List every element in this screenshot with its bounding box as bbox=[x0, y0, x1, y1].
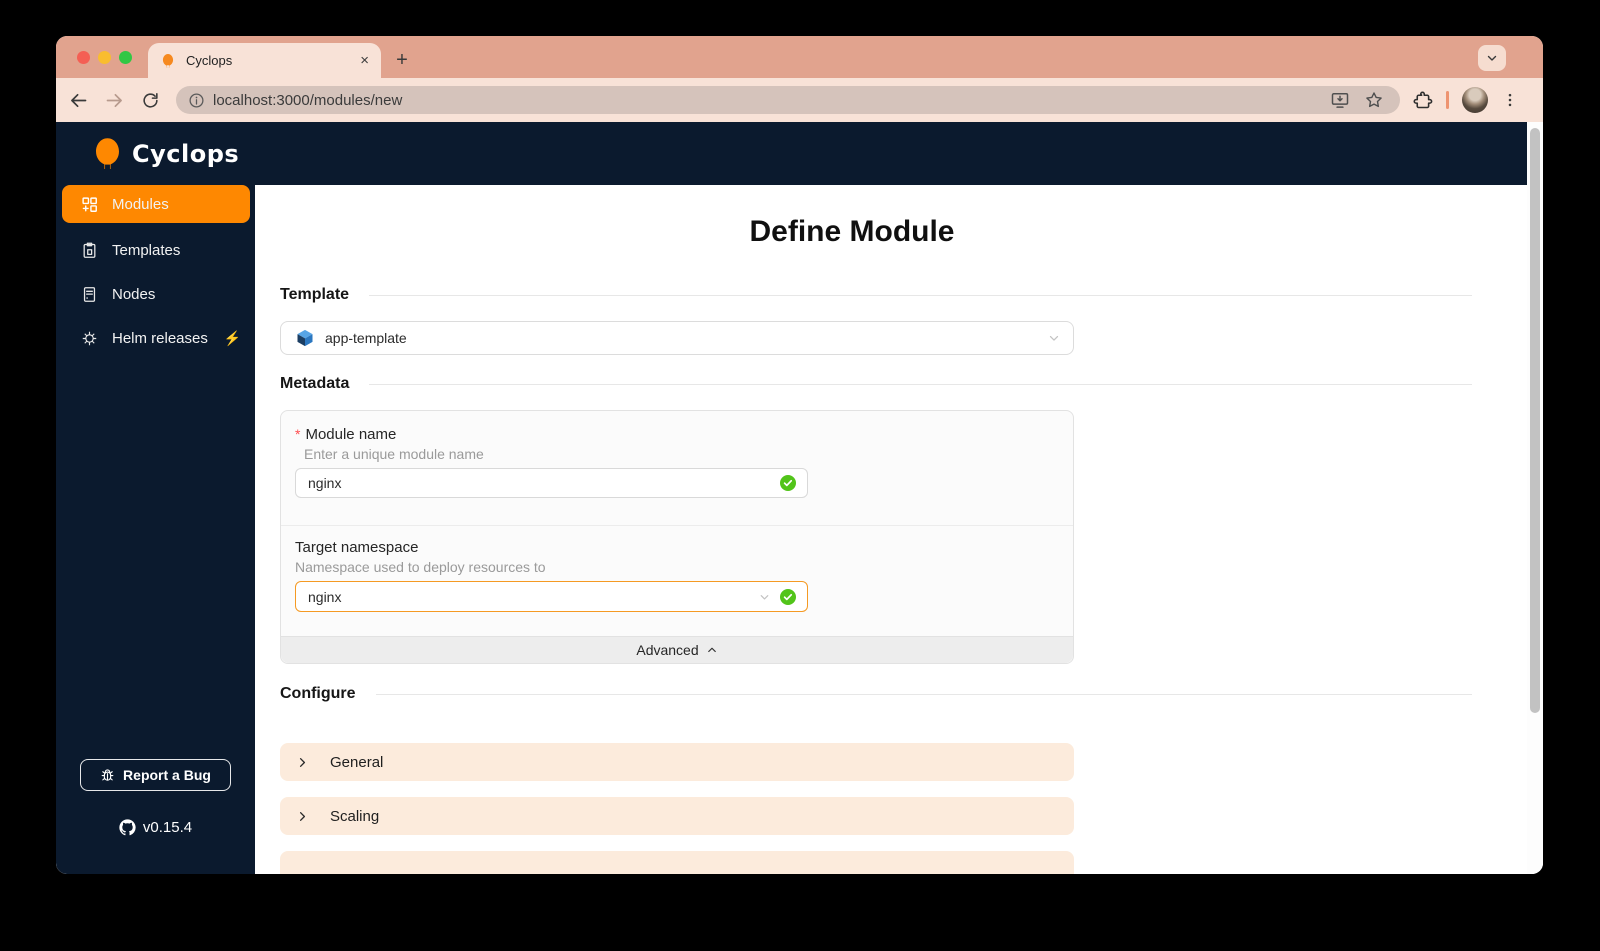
close-window-button[interactable] bbox=[77, 51, 90, 64]
browser-menu-kebab-icon[interactable] bbox=[1501, 91, 1519, 109]
url-text[interactable]: localhost:3000/modules/new bbox=[213, 92, 1322, 109]
divider bbox=[375, 693, 1472, 695]
profile-avatar[interactable] bbox=[1462, 87, 1488, 113]
module-name-label: Module name bbox=[305, 426, 397, 443]
new-tab-button[interactable]: + bbox=[388, 46, 416, 74]
cyclops-logo-icon bbox=[92, 137, 123, 171]
target-namespace-help: Namespace used to deploy resources to bbox=[295, 559, 546, 575]
browser-tab[interactable]: Cyclops × bbox=[148, 43, 381, 78]
tab-title: Cyclops bbox=[186, 53, 233, 68]
report-bug-button[interactable]: Report a Bug bbox=[80, 759, 231, 791]
page-title: Define Module bbox=[749, 215, 955, 248]
scrollbar[interactable] bbox=[1527, 122, 1543, 874]
collapse-panel-scaling[interactable]: Scaling bbox=[280, 797, 1074, 835]
sidebar-item-label: Helm releases bbox=[112, 329, 208, 347]
template-select-value: app-template bbox=[325, 330, 407, 346]
tab-favicon-cyclops-icon bbox=[160, 53, 176, 69]
back-button[interactable] bbox=[60, 82, 96, 118]
forward-arrow-icon bbox=[106, 93, 122, 107]
extensions-puzzle-icon[interactable] bbox=[1412, 90, 1433, 111]
minimize-window-button[interactable] bbox=[98, 51, 111, 64]
chevron-right-icon bbox=[299, 757, 306, 767]
sidebar-item-helm-releases[interactable]: Helm releases ⚡ bbox=[62, 319, 250, 357]
scrollbar-thumb[interactable] bbox=[1530, 128, 1540, 713]
version-row[interactable]: v0.15.4 bbox=[56, 819, 255, 836]
tab-search-button[interactable] bbox=[1478, 45, 1506, 71]
metadata-card: * Module name Enter a unique module name… bbox=[280, 410, 1074, 664]
main-content: Define Module Template app-template Meta… bbox=[255, 185, 1527, 874]
lightning-icon: ⚡ bbox=[223, 329, 242, 346]
chevron-right-icon bbox=[299, 811, 306, 821]
chevron-down-icon bbox=[1487, 55, 1497, 61]
template-select[interactable]: app-template bbox=[280, 321, 1074, 355]
sidebar-item-modules[interactable]: Modules bbox=[62, 185, 250, 223]
valid-check-icon bbox=[780, 475, 796, 491]
maximize-window-button[interactable] bbox=[119, 51, 132, 64]
sidebar-item-label: Nodes bbox=[112, 285, 156, 303]
brand-name: Cyclops bbox=[132, 139, 240, 168]
template-cube-icon bbox=[297, 329, 313, 347]
advanced-toggle[interactable]: Advanced bbox=[281, 636, 1073, 663]
required-asterisk: * bbox=[295, 426, 301, 442]
module-name-input[interactable]: nginx bbox=[295, 468, 808, 498]
toolbar-divider bbox=[1446, 91, 1449, 109]
version-label: v0.15.4 bbox=[142, 819, 193, 836]
chevron-down-icon bbox=[758, 590, 771, 603]
forward-button[interactable] bbox=[96, 82, 132, 118]
metadata-section-heading: Metadata bbox=[280, 375, 1472, 393]
chevron-down-icon bbox=[1049, 335, 1059, 341]
panel-label: General bbox=[330, 753, 384, 771]
sidebar-item-label: Modules bbox=[112, 195, 169, 213]
browser-toolbar: localhost:3000/modules/new bbox=[56, 78, 1543, 122]
browser-window: Cyclops × + localhost:3000/modules/new C… bbox=[56, 36, 1543, 874]
report-bug-label: Report a Bug bbox=[123, 767, 211, 783]
browser-tab-strip: Cyclops × + bbox=[56, 36, 1543, 78]
github-icon bbox=[119, 819, 136, 836]
chevron-up-icon bbox=[707, 647, 716, 653]
configure-section-heading: Configure bbox=[280, 685, 1472, 703]
valid-check-icon bbox=[780, 588, 796, 605]
collapse-panel-general[interactable]: General bbox=[280, 743, 1074, 781]
tab-close-icon[interactable]: × bbox=[360, 52, 369, 69]
templates-clipboard-icon bbox=[83, 242, 96, 258]
target-namespace-field: Target namespace Namespace used to deplo… bbox=[281, 526, 1073, 636]
reload-icon bbox=[142, 92, 158, 108]
bookmark-star-icon[interactable] bbox=[1364, 90, 1384, 110]
address-bar[interactable]: localhost:3000/modules/new bbox=[176, 86, 1400, 114]
reload-button[interactable] bbox=[132, 82, 168, 118]
cyclops-app: Cyclops Modules Templates Helm releases … bbox=[56, 122, 1543, 874]
back-arrow-icon bbox=[70, 93, 86, 107]
module-name-field: * Module name Enter a unique module name… bbox=[281, 411, 1073, 526]
divider bbox=[369, 383, 1472, 385]
divider bbox=[369, 294, 1472, 296]
template-section-heading: Template bbox=[280, 286, 1472, 304]
sidebar-item-nodes[interactable]: Helm releases Nodes bbox=[62, 275, 250, 313]
target-namespace-select[interactable]: nginx bbox=[295, 581, 808, 612]
sidebar-item-templates[interactable]: Templates bbox=[62, 231, 250, 269]
module-name-help: Enter a unique module name bbox=[304, 446, 484, 462]
modules-appstore-icon bbox=[82, 196, 97, 212]
window-controls bbox=[77, 51, 132, 64]
helm-wheel-icon bbox=[82, 331, 97, 345]
app-header: Cyclops bbox=[56, 122, 1527, 185]
collapse-panel-partial[interactable] bbox=[280, 851, 1074, 874]
bug-icon bbox=[101, 768, 114, 781]
install-app-icon[interactable] bbox=[1330, 90, 1350, 110]
sidebar-item-label: Templates bbox=[112, 241, 181, 259]
sidebar: Modules Templates Helm releases Nodes He… bbox=[56, 185, 255, 874]
panel-label: Scaling bbox=[330, 807, 380, 825]
site-info-icon[interactable] bbox=[188, 92, 205, 109]
target-namespace-label: Target namespace bbox=[295, 539, 419, 556]
nodes-server-icon bbox=[83, 286, 96, 302]
